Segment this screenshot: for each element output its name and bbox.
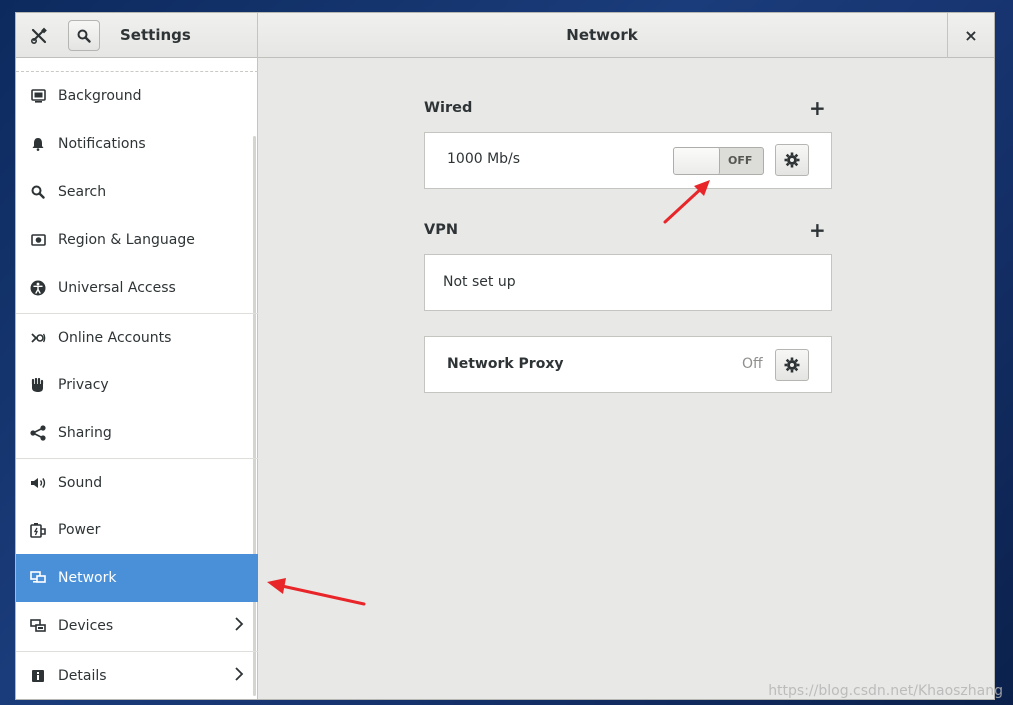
- sidebar-item-label: Devices: [58, 618, 114, 634]
- sidebar-item-sharing[interactable]: Sharing: [16, 409, 258, 457]
- sidebar-item-online-accounts[interactable]: Online Accounts: [16, 313, 258, 361]
- sidebar-item-label: Notifications: [58, 136, 146, 152]
- sidebar-item-region-language[interactable]: Region & Language: [16, 216, 258, 264]
- switch-knob: [674, 148, 720, 174]
- background-icon: [30, 88, 46, 104]
- tools-button[interactable]: [23, 20, 55, 51]
- wired-toggle-switch[interactable]: OFF: [673, 147, 764, 175]
- sidebar-item-power[interactable]: Power: [16, 506, 258, 554]
- proxy-settings-button[interactable]: [775, 349, 809, 381]
- speaker-icon: [30, 475, 46, 491]
- sidebar-item-label: Search: [58, 184, 107, 200]
- sidebar-item-sound[interactable]: Sound: [16, 458, 258, 506]
- sidebar-item-label: Online Accounts: [58, 329, 172, 346]
- info-icon: [30, 668, 46, 684]
- accessibility-icon: [30, 280, 46, 296]
- wired-settings-button[interactable]: [775, 144, 809, 176]
- annotation-arrow-wired: [663, 180, 710, 224]
- app-title: Settings: [120, 26, 191, 44]
- sidebar-item-network[interactable]: Network: [16, 554, 258, 602]
- annotation-arrow-network: [267, 578, 366, 606]
- headerbar: Settings Network ×: [16, 13, 994, 58]
- vpn-section-title: VPN: [424, 222, 458, 238]
- network-proxy-label: Network Proxy: [447, 356, 564, 372]
- add-vpn-button[interactable]: +: [809, 220, 826, 240]
- add-wired-button[interactable]: +: [809, 98, 826, 118]
- chevron-right-icon: [235, 617, 244, 631]
- network-panel: Wired + 1000 Mb/s OFF VPN + Not set up N…: [259, 58, 994, 699]
- search-icon: [30, 184, 46, 200]
- search-icon: [77, 29, 91, 43]
- wired-section-title: Wired: [424, 100, 473, 116]
- proxy-status-label: Off: [742, 356, 763, 372]
- sidebar-item-label: Power: [58, 522, 101, 538]
- switch-state-label: OFF: [728, 154, 753, 167]
- bell-icon: [30, 136, 46, 152]
- wired-speed-label: 1000 Mb/s: [447, 151, 521, 167]
- sidebar-item-label: Region & Language: [58, 232, 195, 248]
- settings-window: Settings Network × Background Notificati…: [15, 12, 995, 700]
- sidebar-item-background[interactable]: Background: [16, 72, 258, 120]
- sidebar-top-divider: [16, 60, 258, 72]
- sidebar-item-devices[interactable]: Devices: [16, 602, 258, 650]
- gear-icon: [784, 357, 800, 373]
- sidebar-item-label: Privacy: [58, 377, 109, 393]
- search-button[interactable]: [68, 20, 100, 51]
- vpn-status-label: Not set up: [443, 274, 516, 290]
- sidebar-item-label: Details: [58, 667, 107, 684]
- region-icon: [30, 232, 46, 248]
- chevron-right-icon: [235, 667, 244, 681]
- network-proxy-row[interactable]: Network Proxy Off: [424, 336, 832, 393]
- wired-connection-row: 1000 Mb/s OFF: [424, 132, 832, 189]
- sidebar-item-label: Background: [58, 88, 142, 104]
- close-button[interactable]: ×: [947, 13, 994, 58]
- online-accounts-icon: [30, 330, 46, 346]
- sidebar-item-privacy[interactable]: Privacy: [16, 361, 258, 409]
- devices-icon: [30, 618, 46, 634]
- sidebar-item-details[interactable]: Details: [16, 651, 258, 699]
- share-icon: [30, 425, 46, 441]
- sidebar-item-universal-access[interactable]: Universal Access: [16, 264, 258, 312]
- tools-icon: [30, 27, 47, 44]
- sidebar-item-label: Sharing: [58, 425, 112, 441]
- sidebar-item-search[interactable]: Search: [16, 168, 258, 216]
- hand-icon: [30, 377, 46, 393]
- sidebar-item-label: Network: [58, 570, 117, 586]
- sidebar-item-notifications[interactable]: Notifications: [16, 120, 258, 168]
- network-icon: [30, 570, 46, 586]
- watermark: https://blog.csdn.net/Khaoszhang: [768, 683, 1003, 699]
- sidebar-item-label: Sound: [58, 474, 103, 491]
- headerbar-left: Settings: [16, 13, 258, 58]
- sidebar: Background Notifications Search Region &…: [16, 58, 258, 699]
- gear-icon: [784, 152, 800, 168]
- vpn-row: Not set up: [424, 254, 832, 311]
- sidebar-item-label: Universal Access: [58, 280, 176, 296]
- panel-title: Network: [566, 26, 638, 44]
- close-icon: ×: [964, 26, 978, 45]
- power-icon: [30, 522, 46, 538]
